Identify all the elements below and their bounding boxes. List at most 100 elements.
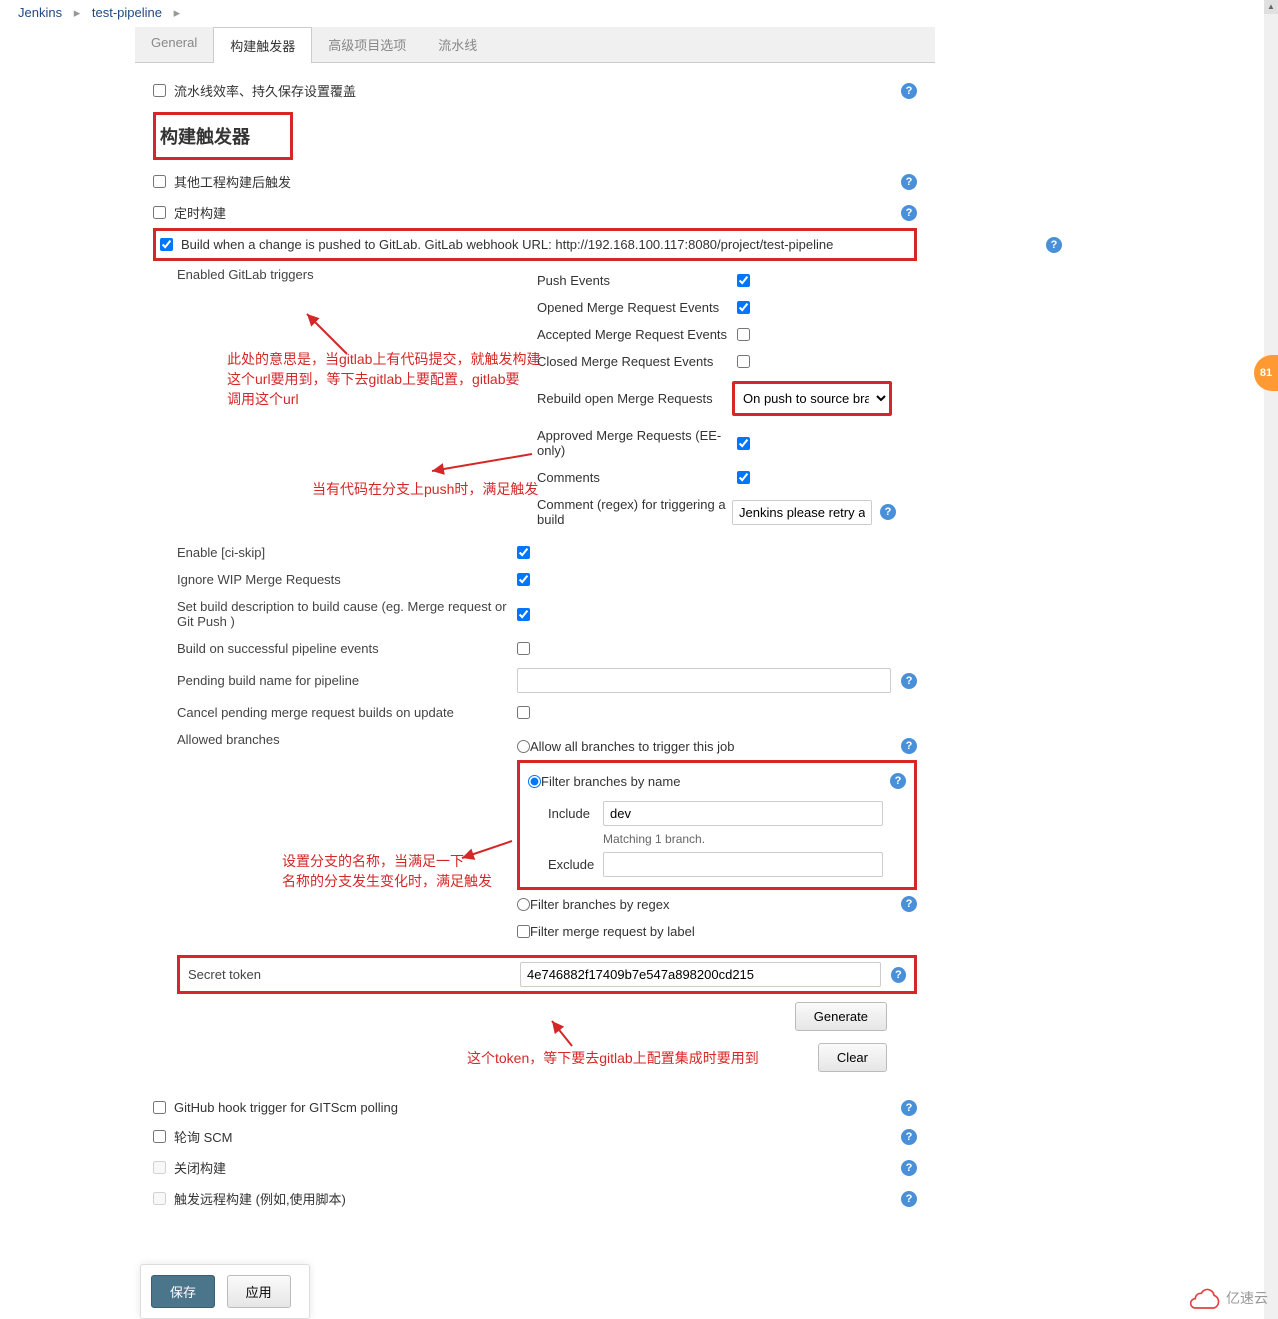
filter-name-radio[interactable] xyxy=(528,775,541,788)
opened-mr-label: Opened Merge Request Events xyxy=(537,300,737,315)
filter-regex-radio[interactable] xyxy=(517,898,530,911)
allowed-branches-label: Allowed branches xyxy=(177,732,517,747)
ignore-wip-checkbox[interactable] xyxy=(517,573,530,586)
chevron-right-icon: ▸ xyxy=(74,5,81,20)
comments-label: Comments xyxy=(537,470,737,485)
annotation-3: 设置分支的名称，当满足一下 名称的分支发生变化时，满足触发 xyxy=(282,851,492,891)
cancel-pending-label: Cancel pending merge request builds on u… xyxy=(177,705,517,720)
github-hook-label: GitHub hook trigger for GITScm polling xyxy=(174,1100,398,1115)
opt-gitlab-trigger: Build when a change is pushed to GitLab.… xyxy=(153,228,917,261)
filter-label-checkbox[interactable] xyxy=(517,925,530,938)
help-icon[interactable]: ? xyxy=(901,1129,917,1145)
push-events-checkbox[interactable] xyxy=(737,274,750,287)
other-proj-checkbox[interactable] xyxy=(153,175,166,188)
opt-other-projects: 其他工程构建后触发 ? xyxy=(153,166,917,197)
help-icon[interactable]: ? xyxy=(1046,237,1062,253)
help-icon[interactable]: ? xyxy=(890,773,906,789)
opt-poll-scm: 轮询 SCM ? xyxy=(153,1121,917,1152)
build-success-checkbox[interactable] xyxy=(517,642,530,655)
tab-build-triggers[interactable]: 构建触发器 xyxy=(213,27,312,63)
gitlab-config-block: Enabled GitLab triggers Push Events Open… xyxy=(177,261,917,1076)
pending-name-input[interactable] xyxy=(517,668,891,693)
chevron-right-icon: ▸ xyxy=(174,5,181,20)
approved-mr-label: Approved Merge Requests (EE-only) xyxy=(537,428,737,458)
enabled-triggers-label: Enabled GitLab triggers xyxy=(177,267,537,282)
annotation-4: 这个token，等下要去gitlab上配置集成时要用到 xyxy=(467,1048,759,1068)
other-proj-label: 其他工程构建后触发 xyxy=(174,172,291,191)
save-button[interactable]: 保存 xyxy=(151,1275,215,1308)
help-icon[interactable]: ? xyxy=(901,174,917,190)
generate-button[interactable]: Generate xyxy=(795,1002,887,1031)
push-events-label: Push Events xyxy=(537,273,737,288)
allow-all-label: Allow all branches to trigger this job xyxy=(530,739,735,754)
help-icon[interactable]: ? xyxy=(901,1160,917,1176)
help-icon[interactable]: ? xyxy=(901,205,917,221)
closed-mr-label: Closed Merge Request Events xyxy=(537,354,737,369)
annotation-2: 当有代码在分支上push时，满足触发 xyxy=(312,479,538,499)
secret-token-input[interactable] xyxy=(520,962,881,987)
build-desc-label: Set build description to build cause (eg… xyxy=(177,599,517,629)
cloud-icon xyxy=(1190,1287,1222,1309)
comments-checkbox[interactable] xyxy=(737,471,750,484)
ignore-wip-label: Ignore WIP Merge Requests xyxy=(177,572,517,587)
breadcrumb: Jenkins ▸ test-pipeline ▸ xyxy=(0,0,1278,27)
opened-mr-checkbox[interactable] xyxy=(737,301,750,314)
timed-label: 定时构建 xyxy=(174,203,226,222)
ciskip-checkbox[interactable] xyxy=(517,546,530,559)
opt-pipeline-persist: 流水线效率、持久保存设置覆盖 ? xyxy=(153,75,917,106)
secret-token-row: Secret token ? xyxy=(177,955,917,994)
comment-regex-input[interactable] xyxy=(732,500,872,525)
disable-build-label: 关闭构建 xyxy=(174,1158,226,1177)
remote-trigger-checkbox xyxy=(153,1192,166,1205)
watermark: 亿速云 xyxy=(1190,1287,1268,1309)
scroll-up-icon[interactable]: ▲ xyxy=(1264,0,1278,14)
help-icon[interactable]: ? xyxy=(901,673,917,689)
opt-remote-trigger: 触发远程构建 (例如,使用脚本) ? xyxy=(153,1183,917,1214)
opt-timed-build: 定时构建 ? xyxy=(153,197,917,228)
scrollbar[interactable]: ▲ xyxy=(1264,0,1278,1319)
persist-label: 流水线效率、持久保存设置覆盖 xyxy=(174,81,356,100)
apply-button[interactable]: 应用 xyxy=(227,1275,291,1308)
allow-all-radio[interactable] xyxy=(517,740,530,753)
tabs-bar: General 构建触发器 高级项目选项 流水线 xyxy=(135,27,935,63)
poll-scm-checkbox[interactable] xyxy=(153,1130,166,1143)
help-icon[interactable]: ? xyxy=(891,967,906,983)
include-input[interactable] xyxy=(603,801,883,826)
github-hook-checkbox[interactable] xyxy=(153,1101,166,1114)
gitlab-checkbox[interactable] xyxy=(160,238,173,251)
cancel-pending-checkbox[interactable] xyxy=(517,706,530,719)
disable-build-checkbox xyxy=(153,1161,166,1174)
bottom-action-bar: 保存 应用 xyxy=(140,1264,310,1319)
help-icon[interactable]: ? xyxy=(901,896,917,912)
exclude-label: Exclude xyxy=(548,857,603,872)
ciskip-label: Enable [ci-skip] xyxy=(177,545,517,560)
filter-label-label: Filter merge request by label xyxy=(530,924,695,939)
comment-regex-label: Comment (regex) for triggering a build xyxy=(537,497,732,527)
help-icon[interactable]: ? xyxy=(880,504,896,520)
filter-name-label: Filter branches by name xyxy=(541,774,680,789)
help-icon[interactable]: ? xyxy=(901,83,917,99)
help-icon[interactable]: ? xyxy=(901,1191,917,1207)
timed-checkbox[interactable] xyxy=(153,206,166,219)
accepted-mr-checkbox[interactable] xyxy=(737,328,750,341)
breadcrumb-item[interactable]: test-pipeline xyxy=(92,5,162,20)
remote-trigger-label: 触发远程构建 (例如,使用脚本) xyxy=(174,1189,346,1208)
persist-checkbox[interactable] xyxy=(153,84,166,97)
opt-github-hook: GitHub hook trigger for GITScm polling ? xyxy=(153,1094,917,1121)
annotation-1: 此处的意思是，当gitlab上有代码提交，就触发构建 这个url要用到，等下去g… xyxy=(227,349,547,409)
approved-mr-checkbox[interactable] xyxy=(737,437,750,450)
tab-pipeline[interactable]: 流水线 xyxy=(422,27,493,62)
tab-advanced[interactable]: 高级项目选项 xyxy=(312,27,422,62)
tab-general[interactable]: General xyxy=(135,27,213,62)
breadcrumb-root[interactable]: Jenkins xyxy=(18,5,62,20)
exclude-input[interactable] xyxy=(603,852,883,877)
section-build-triggers: 构建触发器 xyxy=(153,112,293,160)
build-desc-checkbox[interactable] xyxy=(517,608,530,621)
rebuild-mr-select[interactable]: On push to source bra xyxy=(732,381,892,416)
pending-name-label: Pending build name for pipeline xyxy=(177,673,517,688)
help-icon[interactable]: ? xyxy=(901,1100,917,1116)
clear-button[interactable]: Clear xyxy=(818,1043,887,1072)
secret-token-label: Secret token xyxy=(188,967,520,982)
closed-mr-checkbox[interactable] xyxy=(737,355,750,368)
help-icon[interactable]: ? xyxy=(901,738,917,754)
